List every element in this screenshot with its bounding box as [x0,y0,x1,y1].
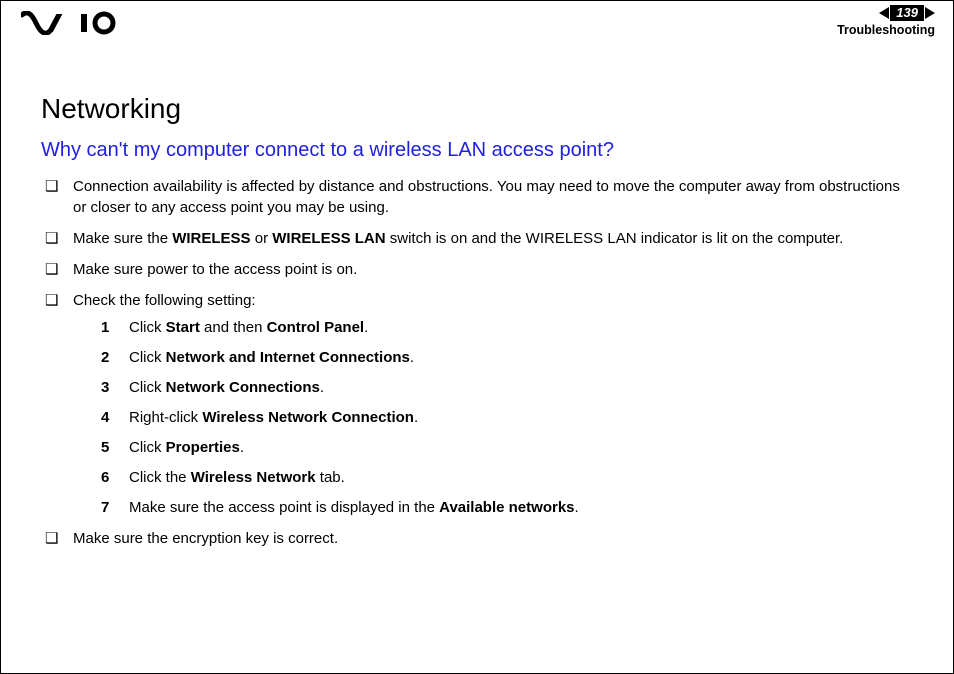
step-number: 5 [101,437,109,458]
page-title: Networking [41,93,913,125]
step-text: Click Network Connections. [129,379,324,396]
question-heading: Why can't my computer connect to a wirel… [41,139,913,162]
step-item: 2 Click Network and Internet Connections. [101,347,913,368]
step-number: 1 [101,317,109,338]
prev-page-arrow-icon[interactable] [879,7,889,19]
step-item: 1 Click Start and then Control Panel. [101,317,913,338]
numbered-steps: 1 Click Start and then Control Panel. 2 Cli… [101,317,913,518]
page-number-row: 139 [837,5,935,21]
vaio-logo-svg [21,11,117,35]
header: 139 Troubleshooting [1,1,953,49]
content: Networking Why can't my computer connect… [1,49,953,549]
step-number: 3 [101,377,109,398]
bullet-item: Connection availability is affected by d… [45,176,913,218]
step-item: 3 Click Network Connections. [101,377,913,398]
step-number: 6 [101,467,109,488]
step-item: 4 Right-click Wireless Network Connection… [101,407,913,428]
step-text: Click Network and Internet Connections. [129,349,414,366]
page-number: 139 [890,5,924,21]
step-text: Click the Wireless Network tab. [129,469,345,486]
step-number: 4 [101,407,109,428]
bullet-text: Check the following setting: [73,292,256,309]
page-indicator: 139 Troubleshooting [837,5,935,37]
bullet-item: Make sure the WIRELESS or WIRELESS LAN s… [45,228,913,249]
step-item: 5 Click Properties. [101,437,913,458]
vaio-logo [21,11,117,40]
header-section-label: Troubleshooting [837,23,935,37]
bullet-text: Make sure the WIRELESS or WIRELESS LAN s… [73,230,843,247]
bullet-item: Make sure power to the access point is o… [45,259,913,280]
bullet-text: Connection availability is affected by d… [73,178,900,216]
step-number: 2 [101,347,109,368]
step-item: 7 Make sure the access point is displayed… [101,497,913,518]
bullet-text: Make sure the encryption key is correct. [73,530,338,547]
bullet-list: Connection availability is affected by d… [45,176,913,549]
step-item: 6 Click the Wireless Network tab. [101,467,913,488]
step-text: Right-click Wireless Network Connection. [129,409,418,426]
bullet-item: Make sure the encryption key is correct. [45,528,913,549]
next-page-arrow-icon[interactable] [925,7,935,19]
bullet-item: Check the following setting: 1 Click Start… [45,290,913,518]
step-text: Click Start and then Control Panel. [129,319,368,336]
step-text: Make sure the access point is displayed … [129,499,579,516]
page: 139 Troubleshooting Networking Why can't… [0,0,954,674]
bullet-text: Make sure power to the access point is o… [73,261,357,278]
step-text: Click Properties. [129,439,244,456]
step-number: 7 [101,497,109,518]
